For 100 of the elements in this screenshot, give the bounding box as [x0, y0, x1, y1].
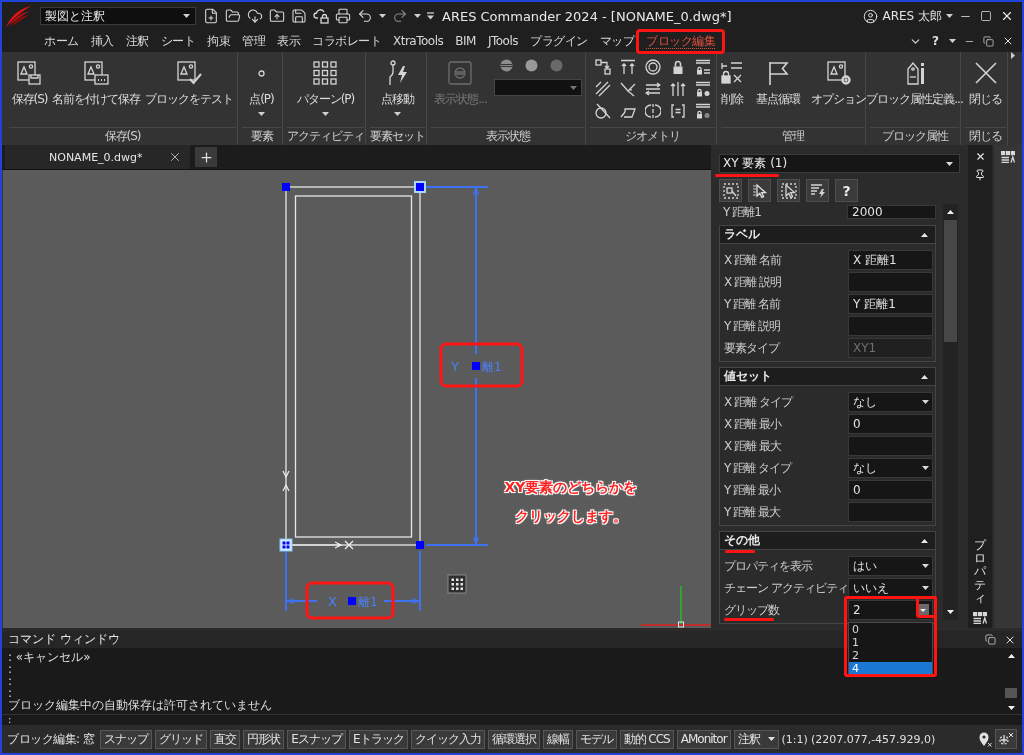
ribbon-button[interactable]: 基点循環	[755, 57, 801, 108]
document-tab[interactable]: NONAME_0.dwg*	[5, 145, 190, 169]
ribbon-button[interactable]: ブロックをテスト	[144, 57, 235, 108]
status-toggle[interactable]: Eスナップ	[287, 729, 346, 749]
menu-tab[interactable]: ホーム	[38, 31, 85, 51]
angle-icon[interactable]	[619, 81, 636, 97]
menu-caret-icon[interactable]	[427, 12, 434, 20]
status-toggle[interactable]: モデル	[575, 729, 617, 749]
pin-icon[interactable]	[974, 169, 986, 181]
property-field[interactable]: 0	[848, 480, 933, 500]
section-header[interactable]: 値セット	[720, 368, 935, 386]
restore-icon[interactable]	[985, 634, 996, 645]
grip-icon[interactable]	[472, 362, 480, 370]
lock-lines-icon[interactable]	[694, 59, 711, 75]
status-toggle[interactable]: 直交	[210, 729, 241, 749]
panel-icon[interactable]	[973, 612, 987, 624]
align-arrows-icon[interactable]	[619, 59, 636, 75]
location-pin-icon[interactable]	[978, 731, 992, 747]
menu-tab[interactable]: プラグイン	[524, 31, 594, 51]
property-field[interactable]	[848, 502, 933, 522]
print-icon[interactable]	[335, 8, 351, 24]
status-toggle[interactable]: 円形状	[243, 729, 285, 749]
new-file-icon[interactable]	[203, 8, 219, 24]
cloud-download-icon[interactable]	[247, 8, 263, 24]
grip-icon[interactable]	[279, 538, 293, 552]
property-select[interactable]: はい	[848, 556, 933, 576]
property-select[interactable]: なし	[848, 392, 933, 412]
ribbon-button[interactable]: 点移動	[380, 57, 415, 116]
close-icon[interactable]	[1002, 35, 1014, 47]
panel-icon[interactable]	[1001, 151, 1015, 163]
menu-tab[interactable]: 注釈	[119, 31, 155, 51]
section-header[interactable]: その他	[720, 532, 935, 550]
arrows-icon[interactable]	[644, 81, 661, 97]
dropdown-option[interactable]: 2	[849, 649, 932, 662]
circle-icon[interactable]	[524, 59, 538, 72]
lock-dot-icon[interactable]	[694, 103, 711, 119]
property-field[interactable]: Y 距離1	[848, 294, 933, 314]
menu-tab[interactable]: 挿入	[84, 31, 120, 51]
menu-tab[interactable]: JTools	[481, 31, 524, 51]
close-icon[interactable]	[974, 151, 986, 162]
lock-dot-icon[interactable]	[694, 81, 711, 97]
menu-tab[interactable]: コラボレート	[306, 31, 387, 51]
property-select[interactable]: なし	[848, 458, 933, 478]
property-select[interactable]: 2	[848, 600, 933, 620]
grid-icon[interactable]	[447, 574, 467, 594]
squares-icon[interactable]	[594, 59, 611, 75]
open-folder-icon[interactable]	[225, 8, 241, 24]
menu-tab[interactable]: XtraTools	[387, 31, 450, 51]
close-icon[interactable]	[1000, 9, 1014, 23]
undo-icon[interactable]	[357, 8, 373, 24]
section-header[interactable]: ラベル	[720, 226, 935, 244]
grip-icon[interactable]	[282, 183, 290, 191]
user-menu[interactable]: ARES 太郎	[859, 7, 946, 25]
dropdown-option[interactable]: 0	[849, 623, 932, 636]
status-toggle[interactable]: クイック入力	[410, 729, 485, 749]
help-button[interactable]: ?	[835, 179, 858, 202]
close-icon[interactable]	[973, 61, 998, 85]
status-toggle[interactable]: 循環選択	[487, 729, 540, 749]
help-button[interactable]: ?	[930, 34, 941, 48]
save-icon[interactable]	[291, 8, 307, 24]
ribbon-button[interactable]: 閉じる	[968, 57, 1003, 108]
concentric-circles-icon[interactable]	[644, 59, 661, 75]
circle-icon[interactable]	[499, 59, 513, 72]
annotation-scale-select[interactable]: 注釈	[733, 729, 779, 749]
new-tab-button[interactable]	[195, 147, 217, 167]
ribbon-button[interactable]: 保存(S)	[10, 57, 49, 108]
property-field[interactable]	[848, 272, 933, 292]
status-toggle[interactable]: スナップ	[100, 729, 153, 749]
maximize-icon[interactable]	[980, 10, 992, 22]
ribbon-button[interactable]: パターン(P)	[295, 57, 356, 116]
selection-select[interactable]: XY 要素 (1)	[719, 154, 960, 173]
menu-tab[interactable]: シート	[154, 31, 201, 51]
grip-icon[interactable]	[414, 181, 426, 193]
dropdown-option[interactable]: 1	[849, 636, 932, 649]
side-tab[interactable]: プロパティ	[974, 539, 986, 605]
menu-tab[interactable]: BIM	[449, 31, 482, 51]
close-icon[interactable]	[168, 150, 182, 164]
menu-tab[interactable]: マップ	[593, 31, 640, 51]
property-select[interactable]: いいえ	[848, 578, 933, 598]
menu-tab[interactable]: ブロック編集	[640, 31, 721, 51]
scroll-thumb[interactable]	[1005, 688, 1017, 698]
vertical-arrows-icon[interactable]	[669, 81, 686, 97]
ribbon-button[interactable]: 名前を付けて保存	[51, 57, 142, 108]
circle-line-icon[interactable]	[594, 103, 611, 119]
scrollbar[interactable]	[943, 204, 958, 620]
ribbon-button[interactable]: 削除	[718, 57, 746, 108]
status-toggle[interactable]: グリッド	[155, 729, 208, 749]
status-toggle[interactable]: AMonitor	[676, 729, 731, 749]
menu-tab[interactable]: 表示	[271, 31, 306, 51]
property-field[interactable]: 0	[848, 414, 933, 434]
folder-upload-icon[interactable]	[269, 8, 285, 24]
status-toggle[interactable]: Eトラック	[348, 729, 408, 749]
ribbon-button[interactable]: 点(P)	[248, 57, 275, 116]
cloud-lock-icon[interactable]	[313, 8, 329, 24]
restore-icon[interactable]	[983, 35, 994, 47]
property-field[interactable]: X 距離1	[848, 250, 933, 270]
grip-icon[interactable]	[416, 541, 424, 549]
ribbon-button[interactable]: ブロック属性定義...	[865, 57, 964, 108]
ribbon-button[interactable]: オプション	[810, 57, 867, 108]
split-circle-icon[interactable]	[644, 103, 661, 119]
